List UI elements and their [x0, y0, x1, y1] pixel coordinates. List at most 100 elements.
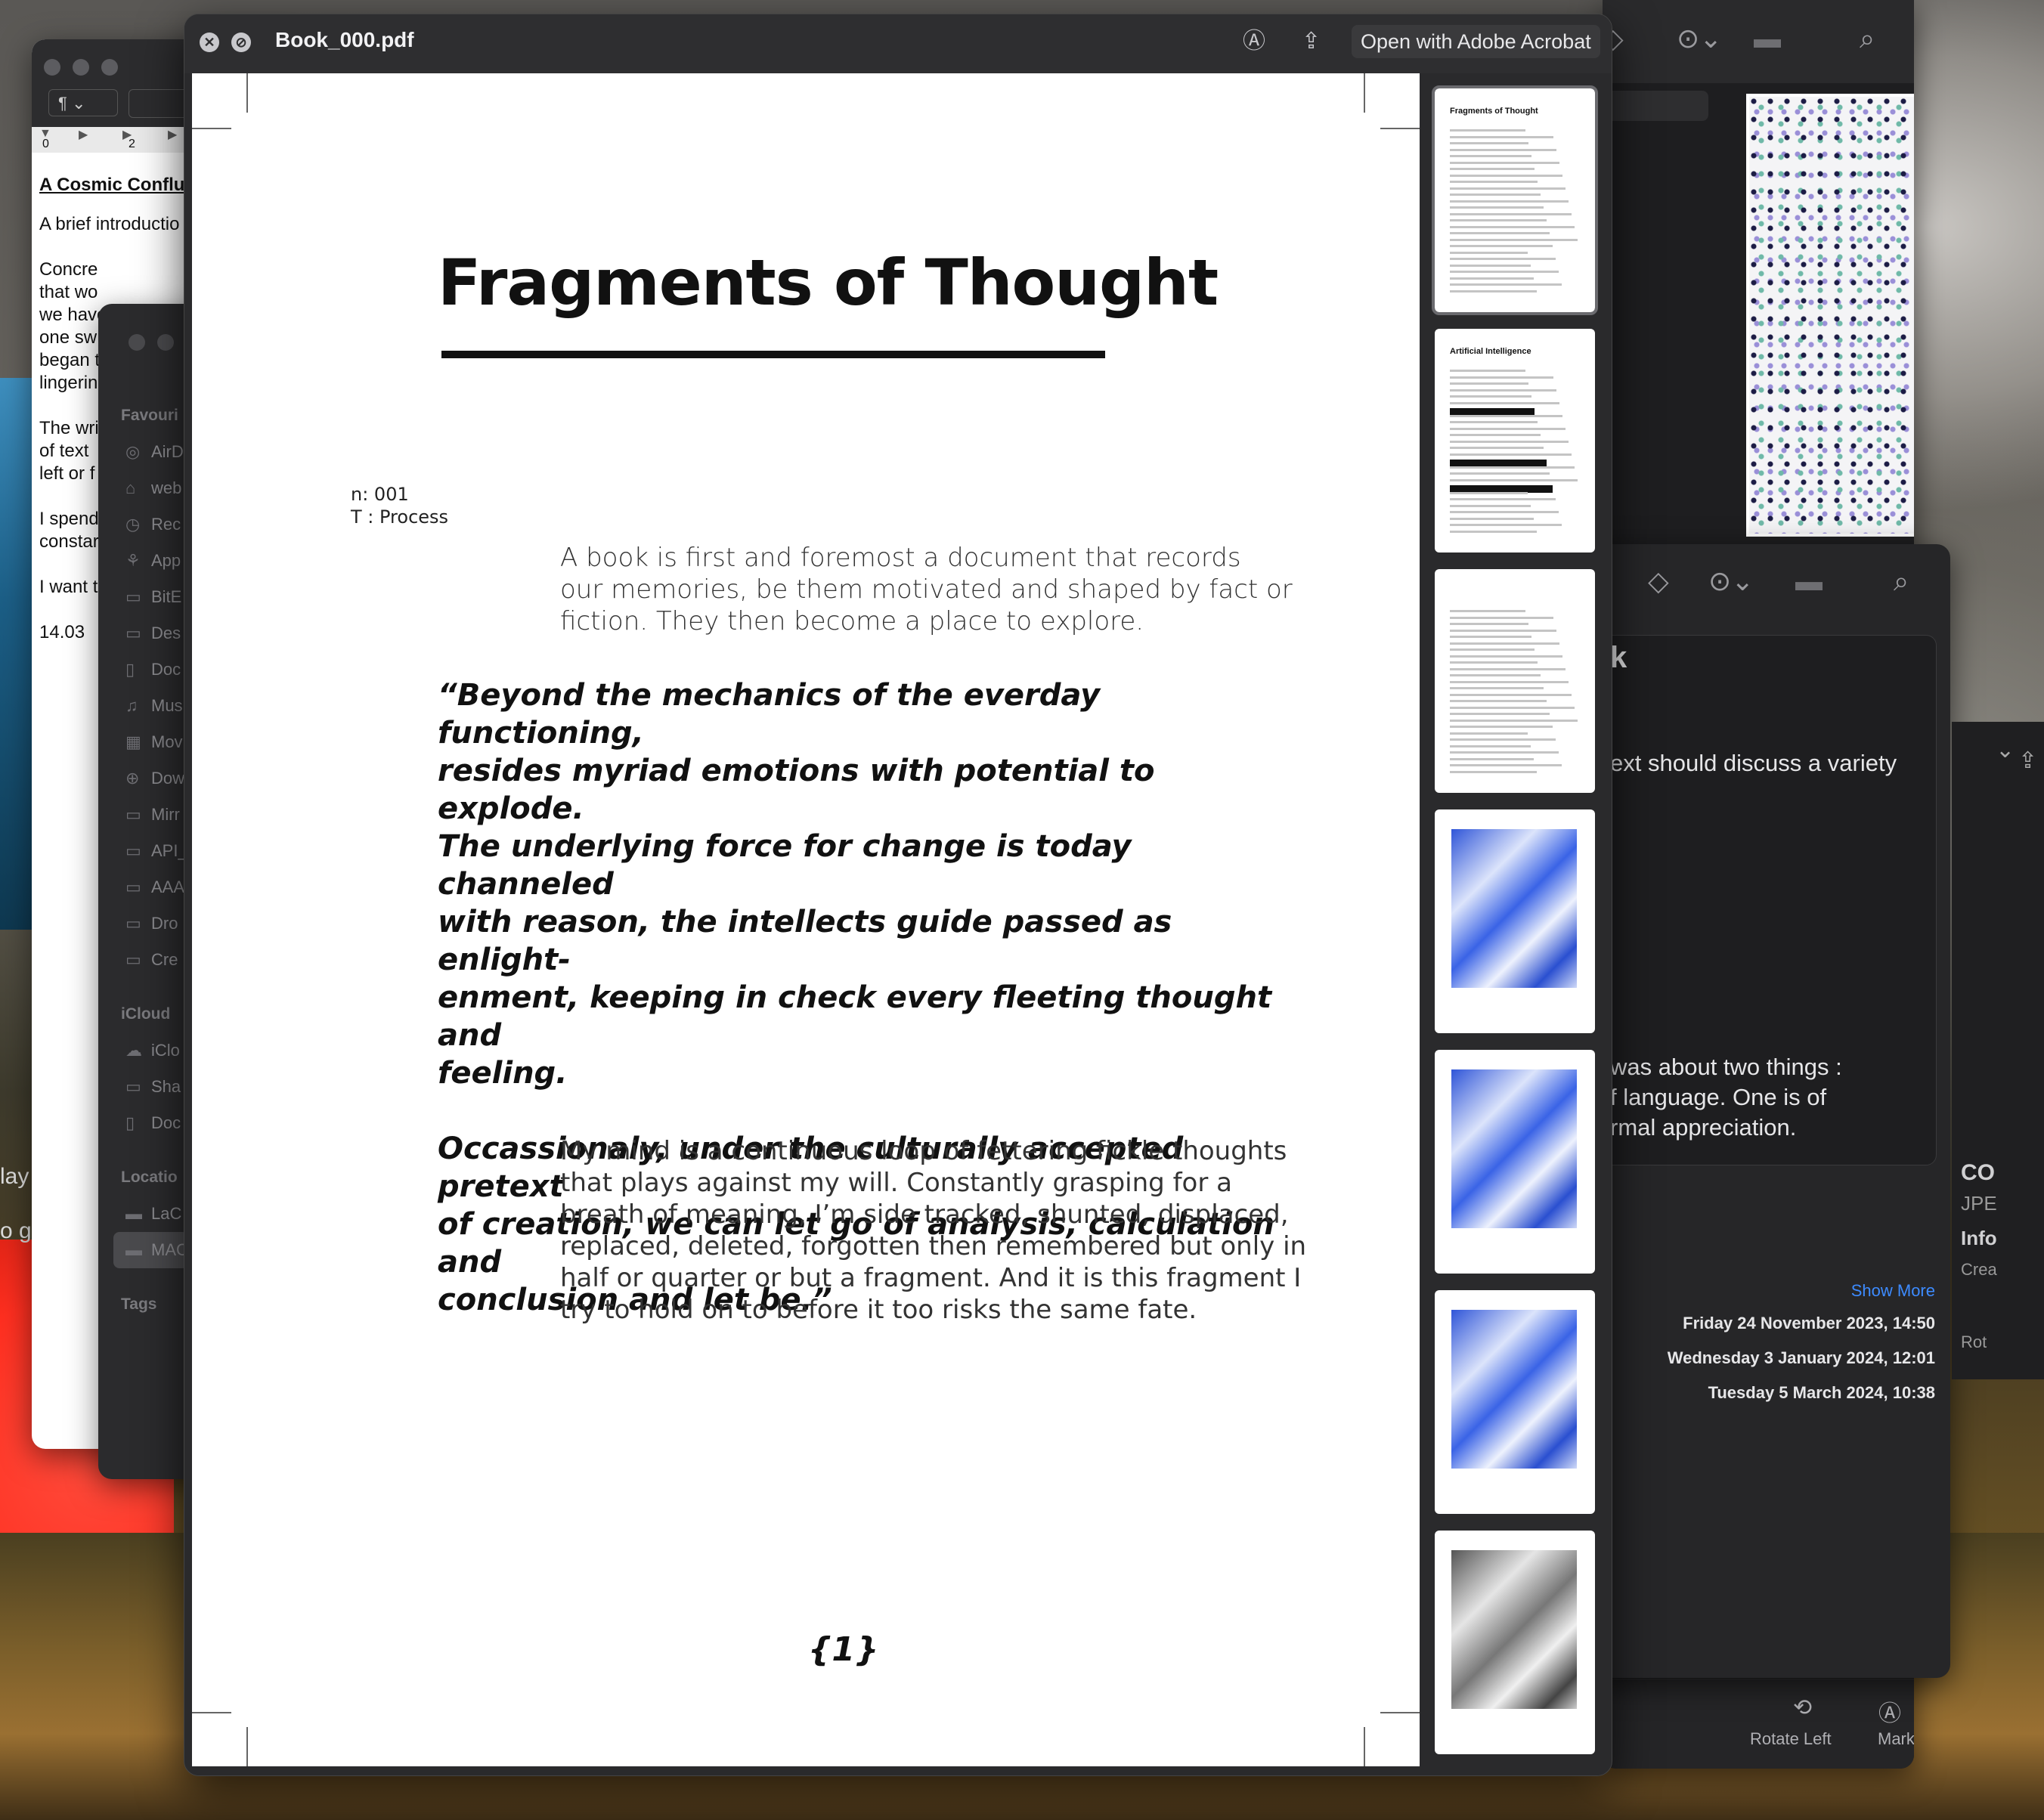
airdrop-icon: ◎ — [125, 442, 141, 461]
sidebar-item-label: API_ — [151, 841, 187, 860]
sidebar-item-web[interactable]: ⌂ web — [121, 470, 188, 506]
rotate-left-button[interactable]: Rotate Left — [1750, 1729, 1832, 1749]
minimize-button[interactable] — [157, 334, 174, 351]
page-thumbnail[interactable] — [1435, 1531, 1595, 1754]
zoom-button[interactable] — [101, 59, 118, 76]
sidebar-item-cre[interactable]: ▭ Cre — [121, 942, 188, 978]
sidebar-item-dro[interactable]: ▭ Dro — [121, 905, 188, 942]
sidebar-item-mirr[interactable]: ▭ Mirr — [121, 797, 188, 833]
info-text-3: f language. One is of — [1610, 1084, 1827, 1110]
search-icon[interactable]: ⌕ — [1894, 565, 1909, 598]
thumbnail-text-line — [1450, 491, 1528, 494]
markup-icon[interactable]: Ⓐ — [1243, 28, 1265, 55]
pdf-page[interactable]: Fragments of Thought n: 001 T : Process … — [192, 73, 1420, 1766]
tab-stop-icon[interactable]: ▶ — [122, 127, 132, 151]
markup-icon[interactable]: Ⓐ — [1878, 1695, 1901, 1728]
thumbnail-artwork — [1451, 829, 1577, 988]
crop-mark — [246, 1727, 248, 1766]
preview-bottom-toolbar: ⟲ Rotate Left Ⓐ Mark — [1603, 1679, 1914, 1769]
minimize-button[interactable]: ⊘ — [231, 32, 251, 52]
crop-mark — [192, 1712, 231, 1713]
sidebar-item-sha[interactable]: ▭ Sha — [121, 1069, 188, 1105]
thumbnail-text-line — [1450, 434, 1541, 436]
sidebar-item-doc[interactable]: ▯ Doc — [121, 1105, 188, 1141]
more-options-icon[interactable]: ⊙⌄ — [1708, 565, 1754, 597]
sidebar-item-label: Sha — [151, 1077, 181, 1096]
sidebar-item-doc[interactable]: ▯ Doc — [121, 652, 188, 688]
sidebar-item-des[interactable]: ▭ Des — [121, 615, 188, 652]
show-more-link[interactable]: Show More — [1851, 1281, 1935, 1301]
sidebar-item-label: LaC — [151, 1204, 182, 1223]
search-field[interactable] — [1603, 91, 1708, 121]
info-heading: k — [1610, 641, 1627, 674]
page-thumbnail[interactable] — [1435, 1290, 1595, 1514]
more-options-icon[interactable]: ⊙⌄ — [1677, 23, 1722, 54]
sidebar-item-mus[interactable]: ♫ Mus — [121, 688, 188, 724]
thumbnail-text-line — [1450, 181, 1538, 183]
sidebar-item-label: Mus — [151, 696, 183, 715]
sidebar-item-label: App — [151, 551, 181, 570]
sidebar-item-lac[interactable]: ▬ LaC — [121, 1196, 188, 1232]
sidebar-item-aird[interactable]: ◎ AirD — [121, 434, 188, 470]
folder-icon[interactable]: ▬ — [1754, 23, 1781, 54]
pdf-preview-window[interactable]: ✕ ⊘ Book_000.pdf Ⓐ ⇪ Open with Adobe Acr… — [184, 14, 1612, 1776]
page-thumbnail[interactable] — [1435, 569, 1595, 793]
page-thumbnail[interactable]: Fragments of Thought — [1432, 85, 1598, 315]
body-paragraph: My mind is a continuous loop of fetterin… — [560, 1136, 1307, 1325]
sidebar-item-app[interactable]: ⚘ App — [121, 543, 188, 579]
folder-icon: ▭ — [125, 914, 141, 933]
thumbnail-sidebar[interactable]: Fragments of Thought Artificial Intellige… — [1429, 73, 1604, 1775]
sidebar-item-api_[interactable]: ▭ API_ — [121, 833, 188, 869]
thumbnail-text-line — [1450, 517, 1534, 520]
sidebar-section-icloud: iCloud — [121, 1005, 171, 1023]
info-window[interactable]: ◇ ⊙⌄ ▬ ⌕ k ext should discuss a variety … — [1587, 544, 1950, 1678]
minimize-button[interactable] — [73, 59, 89, 76]
thumbnail-text-line — [1450, 629, 1556, 632]
page-thumbnail[interactable] — [1435, 1050, 1595, 1274]
created-fragment: Crea — [1961, 1260, 1997, 1279]
sidebar-item-rec[interactable]: ◷ Rec — [121, 506, 188, 543]
rotate-fragment[interactable]: Rot — [1961, 1332, 1987, 1352]
sidebar-item-mov[interactable]: ▦ Mov — [121, 724, 188, 760]
sidebar-section-favourites: Favouri — [121, 407, 178, 424]
thumbnail-text-line — [1450, 401, 1559, 404]
thumbnail-text-line — [1450, 148, 1556, 151]
open-with-acrobat-button[interactable]: Open with Adobe Acrobat — [1352, 25, 1600, 58]
thumbnail-text-line — [1450, 466, 1575, 469]
sidebar-item-aaa[interactable]: ▭ AAA — [121, 869, 188, 905]
rotate-left-icon[interactable]: ⟲ — [1793, 1695, 1812, 1721]
crop-mark — [246, 73, 248, 113]
share-icon[interactable]: ⇪ — [1302, 28, 1321, 55]
thumbnail-text-line — [1450, 498, 1556, 500]
chevron-down-icon[interactable]: ⌄ — [1996, 737, 2015, 763]
close-button[interactable] — [44, 59, 60, 76]
page-thumbnail[interactable]: Artificial Intelligence — [1435, 329, 1595, 552]
markup-button[interactable]: Mark — [1878, 1729, 1914, 1749]
thumbnail-text-line — [1450, 277, 1534, 280]
folder-icon: ▭ — [125, 950, 141, 969]
folder-icon[interactable]: ▬ — [1795, 565, 1823, 597]
sidebar-item-dow[interactable]: ⊕ Dow — [121, 760, 188, 797]
sidebar-item-iclo[interactable]: ☁ iClo — [121, 1032, 188, 1069]
close-button[interactable]: ✕ — [200, 32, 219, 52]
sidebar-item-bite[interactable]: ▭ BitE — [121, 579, 188, 615]
page-thumbnail[interactable] — [1435, 809, 1595, 1033]
tag-icon[interactable]: ◇ — [1648, 565, 1669, 597]
applications-icon: ⚘ — [125, 551, 141, 570]
tab-stop-icon[interactable]: ▶ — [79, 127, 88, 151]
sidebar-item-label: Dro — [151, 914, 178, 933]
share-icon[interactable]: ⇪ — [2018, 748, 2037, 774]
movies-icon: ▦ — [125, 732, 141, 751]
sidebar-item-mac[interactable]: ▬ MAC — [113, 1232, 188, 1268]
sidebar-item-label: AAA — [151, 878, 185, 896]
thumbnail-text-line — [1450, 135, 1553, 138]
tab-stop-icon[interactable]: ▶ — [168, 127, 177, 151]
tab-stop-icon[interactable]: ▼ — [39, 127, 51, 151]
desktop-icon: ▭ — [125, 624, 141, 642]
search-icon[interactable]: ⌕ — [1860, 23, 1875, 55]
thumbnail-text-line — [1450, 427, 1566, 430]
close-button[interactable] — [129, 334, 145, 351]
thumbnail-text-line — [1450, 370, 1525, 372]
paragraph-style-select[interactable]: ¶ ⌄ — [48, 89, 118, 116]
sidebar-item-label: iClo — [151, 1041, 180, 1060]
